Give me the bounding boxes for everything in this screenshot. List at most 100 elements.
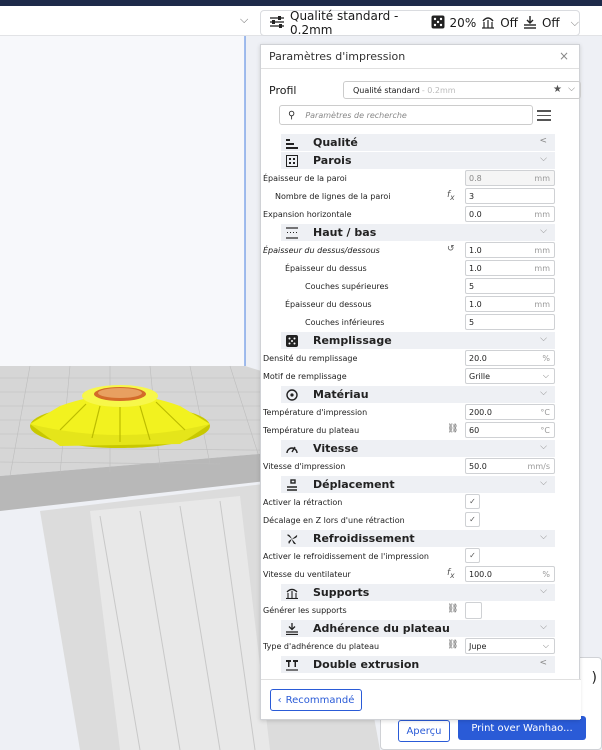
sliders-icon [269, 15, 285, 31]
profile-summary-text: Qualité standard - 0.2mm [290, 9, 399, 37]
setting-row: Couches inférieures 5 [261, 313, 581, 331]
horizontal-expansion-input[interactable]: 0.0 mm [465, 206, 555, 222]
chevron-down-icon: ⌵ [540, 154, 547, 164]
category-supports[interactable]: Supports ⌵ [281, 583, 555, 601]
walls-icon [285, 154, 299, 168]
setting-row: Vitesse du ventilateur fx 100.0% [261, 565, 581, 583]
chevron-down-icon[interactable]: ⌵ [571, 16, 579, 30]
category-label: Haut / bas [313, 226, 377, 239]
wall-line-count-input[interactable]: 3 [465, 188, 555, 204]
chevron-left-icon: < [539, 658, 547, 668]
category-cooling[interactable]: Refroidissement ⌵ [281, 529, 555, 547]
material-icon [285, 388, 299, 402]
setting-row: Motif de remplissage Grille ⌵ [261, 367, 581, 385]
chevron-down-icon: ⌵ [568, 84, 575, 94]
print-temperature-input[interactable]: 200.0 °C [465, 404, 555, 420]
function-icon[interactable]: fx [447, 190, 455, 202]
setting-row: Épaisseur de la paroi 0.8 mm [261, 169, 581, 187]
recommended-button[interactable]: ‹ Recommandé [270, 689, 362, 711]
category-label: Parois [313, 154, 352, 167]
chevron-left-icon: ‹ [277, 694, 282, 706]
setting-row: Vitesse d'impression 50.0 mm/s [261, 457, 581, 475]
setting-row: Activer la rétraction ✓ [261, 493, 581, 511]
link-icon[interactable]: ⛓ [447, 424, 458, 434]
fan-icon [285, 532, 299, 546]
reset-icon[interactable]: ↺ [447, 244, 455, 254]
cooling-checkbox[interactable]: ✓ [465, 548, 480, 563]
z-hop-checkbox[interactable]: ✓ [465, 512, 480, 527]
chevron-down-icon: ⌵ [540, 478, 547, 488]
chevron-down-icon[interactable]: ⌵ [240, 13, 248, 27]
bed-temperature-input[interactable]: 60 °C [465, 422, 555, 438]
fan-speed-input[interactable]: 100.0% [465, 566, 555, 582]
category-walls[interactable]: Parois ⌵ [281, 151, 555, 169]
category-adhesion[interactable]: Adhérence du plateau ⌵ [281, 619, 555, 637]
infill-pattern-select[interactable]: Grille ⌵ [465, 368, 555, 384]
settings-search-input[interactable]: ⚲ Paramètres de recherche [279, 105, 533, 125]
close-icon[interactable]: × [559, 49, 569, 63]
category-infill[interactable]: Remplissage ⌵ [281, 331, 555, 349]
print-settings-summary[interactable]: Qualité standard - 0.2mm 20% Off Off ⌵ [260, 9, 580, 37]
support-icon [285, 586, 299, 600]
generate-supports-checkbox[interactable] [465, 602, 482, 619]
setting-row: Température du plateau ⛓ 60 °C [261, 421, 581, 439]
link-icon[interactable]: ⛓ [447, 604, 458, 614]
profile-select[interactable]: Qualité standard - 0.2mm ★ ⌵ [343, 81, 581, 99]
chevron-down-icon: ⌵ [540, 334, 547, 344]
chevron-down-icon: ⌵ [540, 586, 547, 596]
setting-row: Épaisseur du dessus 1.0 mm [261, 259, 581, 277]
hamburger-menu-icon[interactable] [537, 107, 551, 121]
category-quality[interactable]: Qualité < [281, 133, 555, 151]
panel-title: Paramètres d'impression [269, 50, 406, 63]
star-icon[interactable]: ★ [553, 84, 562, 95]
setting-row: Expansion horizontale 0.0 mm [261, 205, 581, 223]
category-dual-extrusion[interactable]: Double extrusion < [281, 655, 555, 673]
adhesion-type-select[interactable]: Jupe ⌵ [465, 638, 555, 654]
top-thickness-input[interactable]: 1.0 mm [465, 260, 555, 276]
infill-density-input[interactable]: 20.0% [465, 350, 555, 366]
top-bottom-icon [285, 226, 299, 240]
category-label: Qualité [313, 136, 358, 149]
preview-button[interactable]: Aperçu [398, 720, 450, 742]
top-toolbar: ⌵ Qualité standard - 0.2mm 20% Off Off ⌵ [0, 6, 602, 37]
category-speed[interactable]: Vitesse ⌵ [281, 439, 555, 457]
link-icon[interactable]: ⛓ [447, 640, 458, 650]
support-icon [481, 15, 495, 32]
chevron-down-icon: ⌵ [540, 226, 547, 236]
print-speed-input[interactable]: 50.0 mm/s [465, 458, 555, 474]
category-travel[interactable]: Déplacement ⌵ [281, 475, 555, 493]
setting-row: Type d'adhérence du plateau ⛓ Jupe ⌵ [261, 637, 581, 655]
category-top-bottom[interactable]: Haut / bas ⌵ [281, 223, 555, 241]
search-placeholder: Paramètres de recherche [305, 110, 407, 120]
top-bottom-thickness-input[interactable]: 1.0 mm [465, 242, 555, 258]
profile-value: Qualité standard [353, 85, 420, 95]
chevron-down-icon: ⌵ [542, 641, 549, 650]
profile-suffix: - 0.2mm [421, 85, 456, 95]
category-label: Refroidissement [313, 532, 415, 545]
bottom-thickness-input[interactable]: 1.0 mm [465, 296, 555, 312]
wall-thickness-input[interactable]: 0.8 mm [465, 170, 555, 186]
setting-row: Générer les supports ⛓ [261, 601, 581, 619]
bottom-layers-input[interactable]: 5 [465, 314, 555, 330]
chevron-down-icon: ⌵ [540, 442, 547, 452]
category-label: Supports [313, 586, 370, 599]
search-icon: ⚲ [288, 109, 296, 121]
setting-row: Densité du remplissage 20.0% [261, 349, 581, 367]
chevron-left-icon: < [539, 136, 547, 146]
category-label: Vitesse [313, 442, 359, 455]
setting-row: Décalage en Z lors d'une rétraction ✓ [261, 511, 581, 529]
retraction-checkbox[interactable]: ✓ [465, 494, 480, 509]
infill-icon [285, 334, 299, 348]
infill-value: 20% [449, 16, 477, 30]
category-label: Adhérence du plateau [313, 622, 450, 635]
category-material[interactable]: Matériau ⌵ [281, 385, 555, 403]
setting-row: Activer le refroidissement de l'impressi… [261, 547, 581, 565]
function-icon[interactable]: fx [447, 568, 455, 580]
panel-footer: ‹ Recommandé [261, 679, 581, 719]
print-settings-panel: Paramètres d'impression × Profil Qualité… [260, 44, 581, 720]
clock-icon: ) [591, 670, 597, 686]
chevron-down-icon: ⌵ [542, 371, 549, 380]
dual-extrusion-icon [285, 658, 299, 672]
category-label: Matériau [313, 388, 369, 401]
top-layers-input[interactable]: 5 [465, 278, 555, 294]
